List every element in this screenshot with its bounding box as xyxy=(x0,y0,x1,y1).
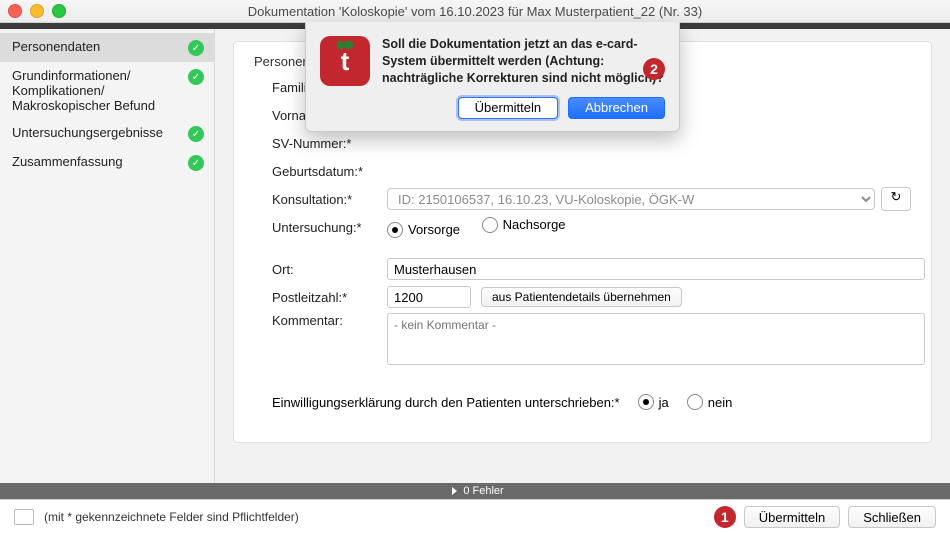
label-svnr: SV-Nummer:* xyxy=(272,136,387,151)
sidebar: Personendaten ✓ Grundinformationen/ Komp… xyxy=(0,29,215,483)
app-icon: t xyxy=(320,36,370,86)
schliessen-button[interactable]: Schließen xyxy=(848,506,936,528)
radio-dot-icon xyxy=(387,222,403,238)
sidebar-item-grundinformationen[interactable]: Grundinformationen/ Komplikationen/ Makr… xyxy=(0,62,214,119)
label-kommentar: Kommentar: xyxy=(272,313,387,328)
check-icon: ✓ xyxy=(188,126,204,142)
label-plz: Postleitzahl:* xyxy=(272,290,387,305)
footer-note: (mit * gekennzeichnete Felder sind Pflic… xyxy=(44,510,299,524)
zoom-window[interactable] xyxy=(52,4,66,18)
refresh-button[interactable]: ↻ xyxy=(881,187,911,211)
radio-nachsorge[interactable]: Nachsorge xyxy=(482,217,566,233)
check-icon: ✓ xyxy=(188,40,204,56)
callout-1: 1 xyxy=(714,506,736,528)
radio-vorsorge[interactable]: Vorsorge xyxy=(387,222,460,238)
sidebar-item-label: Zusammenfassung xyxy=(12,154,123,169)
check-icon: ✓ xyxy=(188,155,204,171)
label-konsultation: Konsultation:* xyxy=(272,192,387,207)
radio-dot-icon xyxy=(687,394,703,410)
konsultation-select[interactable]: ID: 2150106537, 16.10.23, VU-Koloskopie,… xyxy=(387,188,875,210)
aus-patientendetails-button[interactable]: aus Patientendetails übernehmen xyxy=(481,287,682,307)
sidebar-item-label: Untersuchungsergebnisse xyxy=(12,125,163,140)
error-bar[interactable]: 0 Fehler xyxy=(0,483,950,499)
dialog-message: Soll die Dokumentation jetzt an das e-ca… xyxy=(382,36,665,87)
sidebar-item-personendaten[interactable]: Personendaten ✓ xyxy=(0,33,214,62)
check-icon: ✓ xyxy=(188,69,204,85)
window-title: Dokumentation 'Koloskopie' vom 16.10.202… xyxy=(0,4,950,19)
sidebar-item-label: Grundinformationen/ Komplikationen/ Makr… xyxy=(12,68,155,113)
uebermitteln-button[interactable]: Übermitteln xyxy=(744,506,840,528)
radio-dot-icon xyxy=(482,217,498,233)
close-window[interactable] xyxy=(8,4,22,18)
ort-input[interactable] xyxy=(387,258,925,280)
radio-ja[interactable]: ja xyxy=(638,394,669,410)
sidebar-item-label: Personendaten xyxy=(12,39,100,54)
error-count: 0 Fehler xyxy=(463,485,503,497)
dialog-abbrechen-button[interactable]: Abbrechen xyxy=(568,97,665,119)
titlebar: Dokumentation 'Koloskopie' vom 16.10.202… xyxy=(0,0,950,23)
plz-input[interactable] xyxy=(387,286,471,308)
triangle-icon xyxy=(452,487,457,495)
traffic-lights xyxy=(8,4,66,18)
label-ort: Ort: xyxy=(272,262,387,277)
minimize-window[interactable] xyxy=(30,4,44,18)
radio-dot-icon xyxy=(638,394,654,410)
kommentar-textarea[interactable] xyxy=(387,313,925,365)
callout-2: 2 xyxy=(643,58,665,80)
sidebar-item-zusammenfassung[interactable]: Zusammenfassung ✓ xyxy=(0,148,214,177)
print-icon[interactable] xyxy=(14,509,34,525)
label-untersuchung: Untersuchung:* xyxy=(272,220,387,235)
footer: (mit * gekennzeichnete Felder sind Pflic… xyxy=(0,499,950,534)
confirm-dialog: t Soll die Dokumentation jetzt an das e-… xyxy=(305,22,680,132)
dialog-uebermitteln-button[interactable]: Übermitteln xyxy=(458,97,558,119)
label-geburtsdatum: Geburtsdatum:* xyxy=(272,164,387,179)
radio-nein[interactable]: nein xyxy=(687,394,733,410)
sidebar-item-untersuchungsergebnisse[interactable]: Untersuchungsergebnisse ✓ xyxy=(0,119,214,148)
label-einwilligung: Einwilligungserklärung durch den Patient… xyxy=(272,395,620,410)
